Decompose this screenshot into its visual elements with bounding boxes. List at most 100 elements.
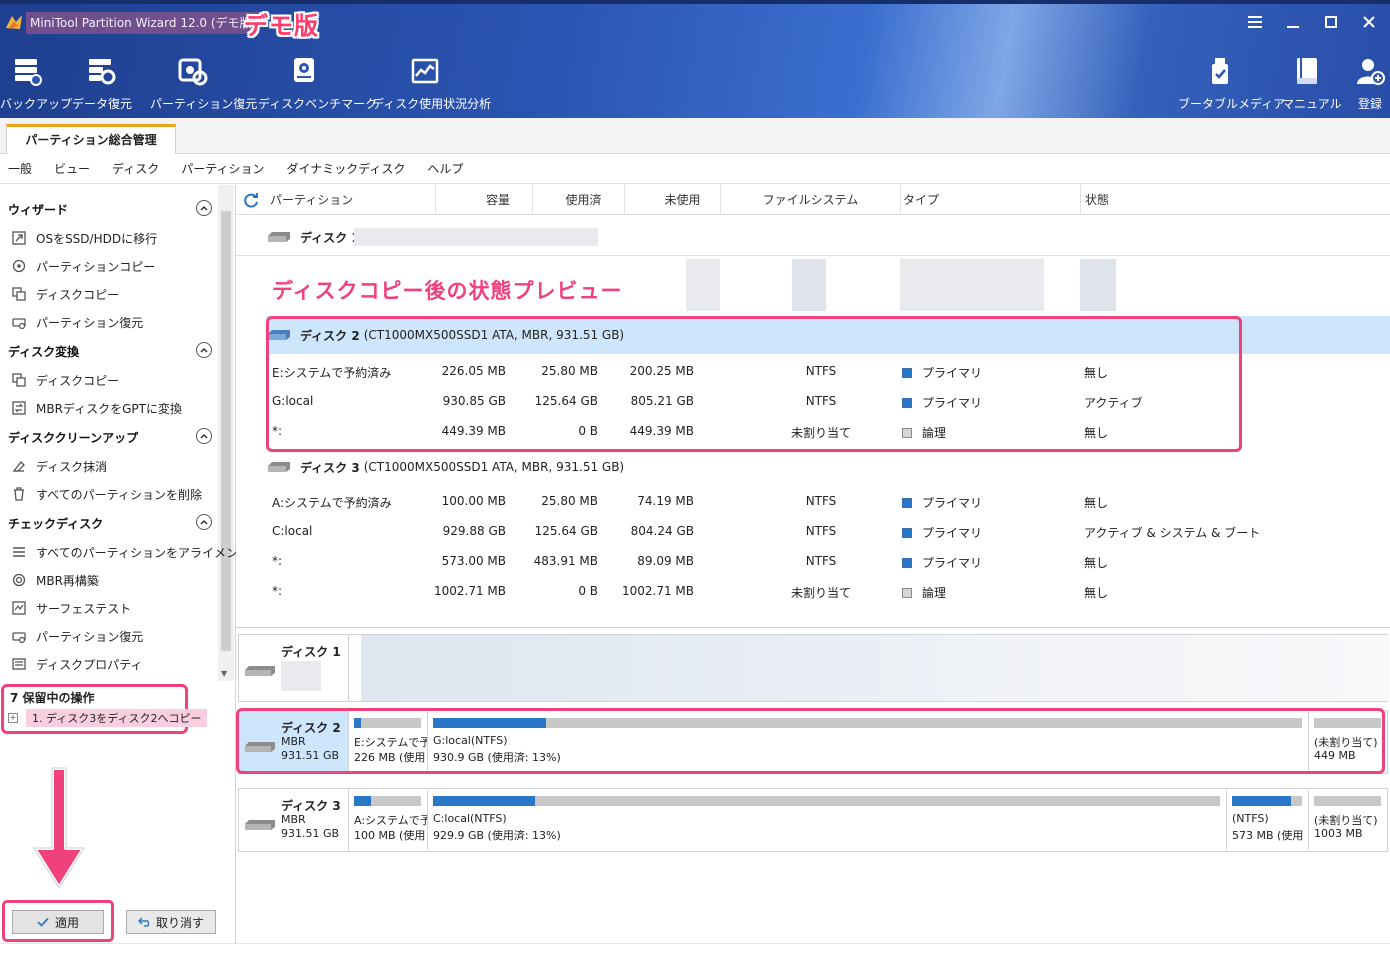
disk-drive-icon bbox=[268, 462, 290, 472]
partition-row[interactable]: A:システムで予約済み 100.00 MB 25.80 MB 74.19 MB … bbox=[266, 486, 1390, 516]
disk-1-map-header[interactable]: ディスク 1 bbox=[239, 635, 349, 701]
map-partition-block[interactable]: (NTFS) 573 MB (使用 bbox=[1228, 790, 1309, 850]
menu-icon[interactable] bbox=[1244, 12, 1266, 32]
close-icon[interactable] bbox=[1358, 12, 1380, 32]
menu-disk[interactable]: ディスク bbox=[112, 154, 159, 183]
disk-drive-icon bbox=[268, 232, 290, 242]
left-action-panel: ▼ ウィザード OSをSSD/HDDに移行 パーティションコピー ディスクコピー… bbox=[0, 185, 250, 943]
partition-recovery-button[interactable]: パーティション復元 bbox=[150, 56, 258, 111]
disk-3-map-card[interactable]: ディスク 3 MBR 931.51 GB A:システムで予 100 MB (使用… bbox=[238, 788, 1388, 852]
action-mbr-to-gpt[interactable]: MBRディスクをGPTに変換 bbox=[10, 399, 182, 417]
partition-list-area: パーティション 容量 使用済 未使用 ファイルシステム タイプ 状態 ディスク … bbox=[236, 185, 1390, 943]
action-align-all-partitions[interactable]: すべてのパーティションをアライメント bbox=[10, 543, 250, 561]
collapse-wizard-icon[interactable] bbox=[196, 200, 212, 216]
apply-button[interactable]: 適用 bbox=[12, 910, 104, 934]
partition-recovery-small-icon bbox=[10, 314, 28, 330]
logical-partition-icon bbox=[902, 587, 912, 598]
disk-copy-icon bbox=[10, 286, 28, 302]
map-partition-block[interactable]: A:システムで予 100 MB (使用 bbox=[350, 790, 428, 850]
action-disk-copy-2[interactable]: ディスクコピー bbox=[10, 371, 119, 389]
expand-plus-icon[interactable]: + bbox=[8, 713, 18, 723]
maximize-icon[interactable] bbox=[1320, 12, 1342, 32]
usage-bar bbox=[433, 796, 1220, 806]
action-surface-test[interactable]: サーフェステスト bbox=[10, 599, 131, 617]
collapse-disk-convert-icon[interactable] bbox=[196, 342, 212, 358]
disk-benchmark-icon bbox=[294, 58, 314, 82]
partition-copy-icon bbox=[10, 258, 28, 274]
action-disk-copy[interactable]: ディスクコピー bbox=[10, 285, 119, 303]
manual-button[interactable]: マニュアル bbox=[1282, 56, 1342, 111]
table-header: パーティション 容量 使用済 未使用 ファイルシステム タイプ 状態 bbox=[236, 185, 1390, 215]
trash-icon bbox=[10, 486, 28, 502]
col-capacity[interactable]: 容量 bbox=[436, 185, 533, 215]
backup-button[interactable]: バックアップ bbox=[0, 56, 72, 111]
pink-down-arrow-icon bbox=[32, 766, 86, 890]
register-icon bbox=[1357, 59, 1385, 85]
usage-bar bbox=[354, 796, 421, 806]
col-used[interactable]: 使用済 bbox=[533, 185, 625, 215]
register-button[interactable]: 登録 bbox=[1352, 56, 1388, 111]
usage-fill bbox=[354, 796, 372, 806]
tab-partition-management[interactable]: パーティション総合管理 bbox=[6, 124, 176, 154]
col-filesystem[interactable]: ファイルシステム bbox=[721, 185, 901, 215]
action-rebuild-mbr[interactable]: MBR再構築 bbox=[10, 571, 99, 589]
action-migrate-os[interactable]: OSをSSD/HDDに移行 bbox=[10, 229, 157, 247]
data-recovery-label: データ復元 bbox=[72, 97, 133, 111]
menu-view[interactable]: ビュー bbox=[54, 154, 90, 183]
menu-dynamic-disk[interactable]: ダイナミックディスク bbox=[286, 154, 405, 183]
data-recovery-icon bbox=[89, 59, 116, 85]
data-recovery-button[interactable]: データ復元 bbox=[72, 56, 133, 111]
map-partition-block[interactable]: (未割り当て) 1003 MB bbox=[1310, 790, 1387, 850]
blurred-region bbox=[1080, 259, 1116, 311]
scroll-down-icon[interactable]: ▼ bbox=[221, 669, 227, 678]
minimize-icon[interactable] bbox=[1282, 12, 1304, 32]
title-toolbar-band: MiniTool Partition Wizard 12.0 (デモ版) デモ版… bbox=[0, 0, 1390, 118]
action-partition-recovery[interactable]: パーティション復元 bbox=[10, 313, 143, 331]
left-scrollbar-thumb[interactable] bbox=[221, 211, 231, 651]
map-partition-block[interactable]: C:local(NTFS) 929.9 GB (使用済: 13%) bbox=[429, 790, 1227, 850]
action-partition-copy[interactable]: パーティションコピー bbox=[10, 257, 155, 275]
bottom-strip bbox=[0, 943, 1390, 961]
action-partition-recovery-2[interactable]: パーティション復元 bbox=[10, 627, 143, 645]
bootable-media-button[interactable]: ブータブルメディア bbox=[1178, 56, 1285, 111]
primary-partition-icon bbox=[902, 527, 912, 538]
action-delete-all-partitions[interactable]: すべてのパーティションを削除 bbox=[10, 485, 202, 503]
collapse-disk-cleanup-icon[interactable] bbox=[196, 428, 212, 444]
disk-1-map-card[interactable]: ディスク 1 bbox=[238, 634, 1389, 702]
partition-row[interactable]: *: 1002.71 MB 0 B 1002.71 MB 未割り当て 論理 無し bbox=[266, 576, 1390, 606]
usage-bar bbox=[1314, 796, 1381, 806]
disk-3-map-header[interactable]: ディスク 3 MBR 931.51 GB bbox=[239, 789, 349, 851]
menu-partition[interactable]: パーティション bbox=[181, 154, 264, 183]
disk-3-row[interactable]: ディスク 3 (CT1000MX500SSD1 ATA, MBR, 931.51… bbox=[266, 456, 624, 478]
disk-benchmark-button[interactable]: ディスクベンチマーク bbox=[258, 56, 377, 111]
usage-fill bbox=[433, 796, 536, 806]
col-partition[interactable]: パーティション bbox=[266, 185, 436, 215]
disk-1-row[interactable]: ディスク 1 bbox=[266, 226, 364, 248]
menu-general[interactable]: 一般 bbox=[8, 154, 32, 183]
rebuild-mbr-icon bbox=[10, 572, 28, 588]
eraser-icon bbox=[10, 458, 28, 474]
action-disk-properties[interactable]: ディスクプロパティ bbox=[10, 655, 142, 673]
col-type[interactable]: タイプ bbox=[901, 185, 1081, 215]
tab-bar: パーティション総合管理 bbox=[0, 118, 1390, 154]
backup-icon bbox=[15, 59, 42, 86]
partition-row[interactable]: C:local 929.88 GB 125.64 GB 804.24 GB NT… bbox=[266, 516, 1390, 546]
col-status[interactable]: 状態 bbox=[1081, 185, 1390, 215]
pending-operation-item[interactable]: + 1. ディスク3をディスク2へコピー bbox=[8, 709, 208, 727]
blurred-region bbox=[281, 661, 321, 691]
divider bbox=[236, 255, 1390, 256]
undo-button[interactable]: 取り消す bbox=[126, 910, 216, 934]
left-scrollbar[interactable]: ▼ bbox=[218, 185, 234, 681]
disk-drive-icon bbox=[245, 666, 275, 676]
app-logo-icon bbox=[6, 15, 22, 29]
space-analyzer-button[interactable]: ディスク使用状況分析 bbox=[372, 56, 491, 111]
usage-bar bbox=[1232, 796, 1302, 806]
menu-help[interactable]: ヘルプ bbox=[427, 154, 463, 183]
partition-recovery-label: パーティション復元 bbox=[150, 97, 258, 111]
col-unused[interactable]: 未使用 bbox=[625, 185, 721, 215]
collapse-check-disk-icon[interactable] bbox=[196, 514, 212, 530]
refresh-icon[interactable] bbox=[242, 192, 260, 210]
action-wipe-disk[interactable]: ディスク抹消 bbox=[10, 457, 107, 475]
partition-row[interactable]: *: 573.00 MB 483.91 MB 89.09 MB NTFS プライ… bbox=[266, 546, 1390, 576]
bootable-media-icon bbox=[1212, 58, 1228, 84]
